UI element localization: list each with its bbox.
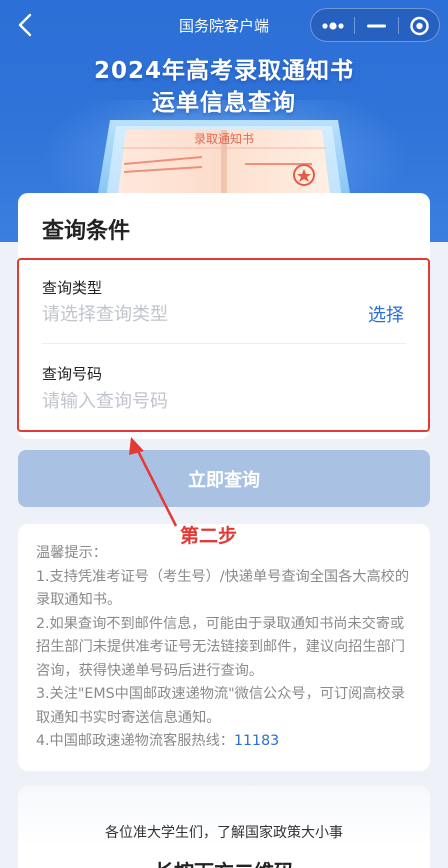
- minus-icon[interactable]: [355, 9, 398, 43]
- hotline-number[interactable]: 11183: [234, 733, 279, 749]
- tips-card: 温馨提示： 1.支持凭准考证号（考生号）/快递单号查询全国各大高校的录取通知书。…: [18, 524, 430, 771]
- tips-text: 温馨提示： 1.支持凭准考证号（考生号）/快递单号查询全国各大高校的录取通知书。…: [36, 542, 416, 754]
- illustration-label: 录取通知书: [194, 132, 254, 146]
- tips-item: 3.关注"EMS中国邮政速递物流"微信公众号，可订阅高校录取通知书实时寄送信息通…: [36, 686, 405, 726]
- tips-item: 2.如果查询不到邮件信息，可能由于录取通知书尚未交寄或招生部门未提供准考证号无法…: [36, 615, 405, 679]
- tips-item: 1.支持凭准考证号（考生号）/快递单号查询全国各大高校的录取通知书。: [36, 568, 410, 609]
- target-circle-icon[interactable]: [398, 9, 441, 43]
- tips-item-hotline: 4.中国邮政速递物流客服热线：11183: [36, 730, 416, 754]
- hotline-label: 4.中国邮政速递物流客服热线：: [36, 733, 234, 749]
- hero-title-line1: 2024年高考录取通知书: [93, 58, 354, 84]
- query-now-button[interactable]: 立即查询: [18, 450, 430, 507]
- navbar: 国务院客户端: [0, 0, 448, 50]
- news-partial-title: 长按下方二维码: [18, 856, 430, 868]
- mini-program-capsule: [310, 8, 440, 42]
- news-text: 各位准大学生们，了解国家政策大小事: [105, 825, 343, 841]
- annotation-highlight-box: [17, 258, 430, 432]
- step-annotation-label: 第二步: [180, 525, 238, 547]
- policy-news-card[interactable]: 各位准大学生们，了解国家政策大小事 长按下方二维码: [18, 786, 430, 868]
- more-dots-icon[interactable]: [311, 9, 354, 43]
- card-title: 查询条件: [42, 219, 131, 244]
